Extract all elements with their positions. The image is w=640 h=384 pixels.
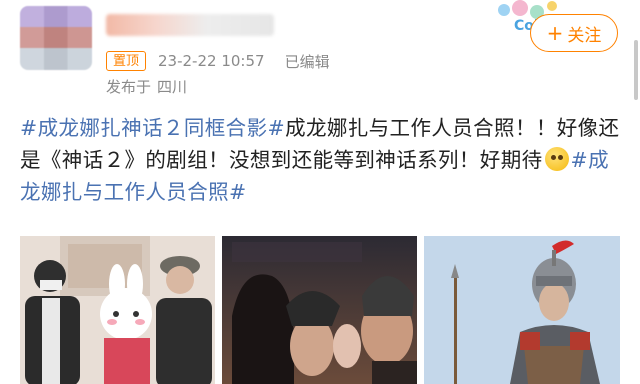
scrollbar[interactable]: [634, 40, 638, 100]
location-name: 四川: [157, 78, 188, 96]
edited-label[interactable]: 已编辑: [285, 51, 330, 72]
username-blurred[interactable]: [106, 14, 274, 36]
hashtag-link[interactable]: #成龙娜扎神话２同框合影#: [20, 116, 285, 140]
post-timestamp: 23-2-22 10:57: [158, 52, 265, 70]
smiling-face-emoji-icon: [544, 147, 569, 171]
plus-icon: +: [546, 21, 564, 45]
post-location: 发布于 四川: [106, 76, 193, 97]
post-body: #成龙娜扎神话２同框合影#成龙娜扎与工作人员合照！！好像还是《神话２》的剧组！没…: [20, 112, 620, 208]
follow-button[interactable]: + 关注: [530, 14, 618, 52]
photo-movie-poster[interactable]: [222, 236, 417, 384]
avatar[interactable]: [20, 6, 92, 70]
location-prefix: 发布于: [106, 78, 152, 96]
pinned-badge: 置顶: [106, 51, 147, 71]
photo-group-with-rabbit-mascot[interactable]: [20, 236, 215, 384]
post-meta: 置顶 23-2-22 10:57 已编辑: [106, 50, 330, 72]
image-grid: [20, 236, 620, 384]
follow-label: 关注: [567, 25, 602, 46]
photo-general-in-armor[interactable]: [424, 236, 620, 384]
